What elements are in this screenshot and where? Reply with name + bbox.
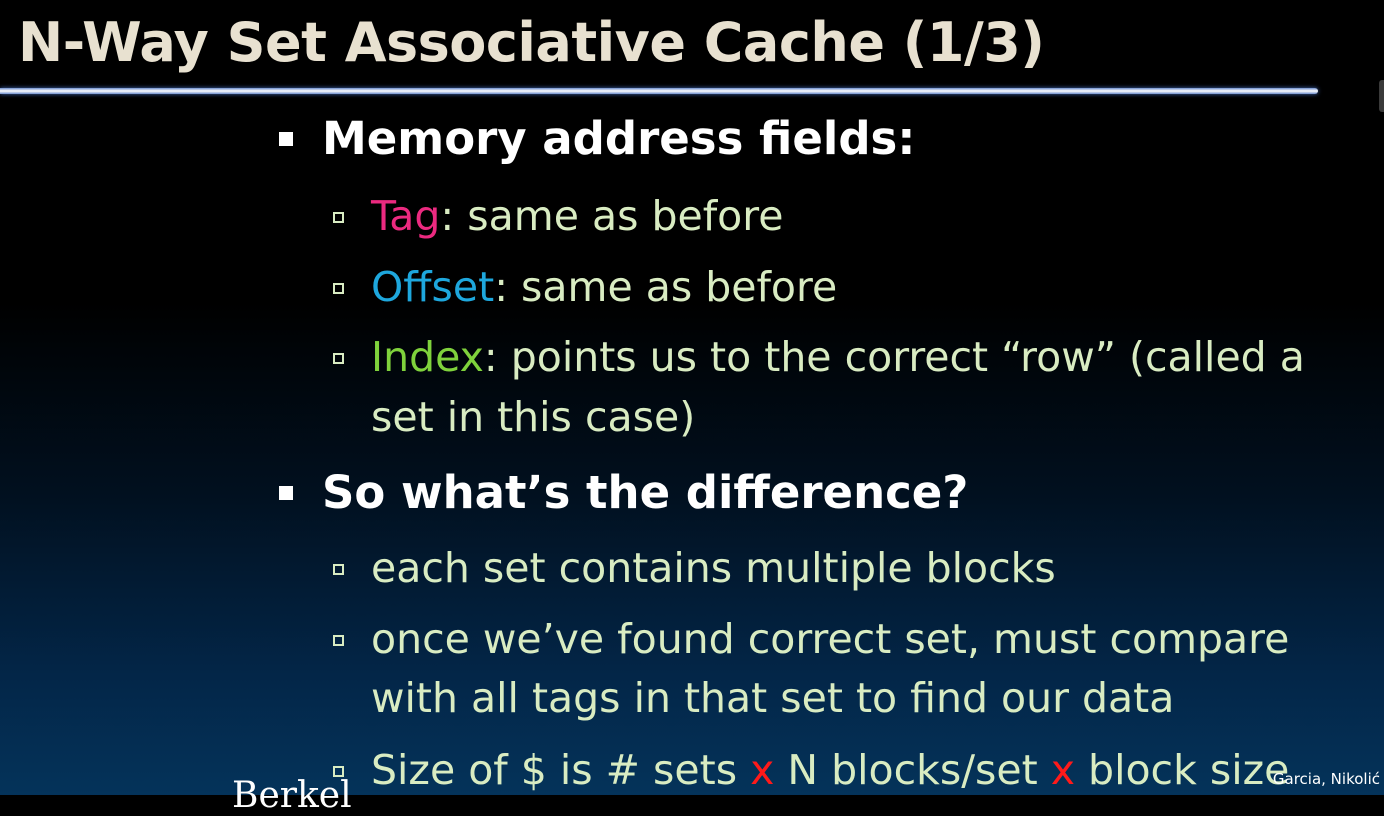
bullet-text: each set contains multiple blocks (371, 544, 1056, 592)
sub-bullet-index: Index: points us to the correct “row” (c… (333, 329, 1305, 385)
bullet-memory-address-fields: Memory address fields: (279, 111, 916, 167)
sub-bullet-multiple-blocks: each set contains multiple blocks (333, 540, 1056, 596)
edge-scroll-mark (1379, 80, 1384, 112)
index-description-line2: set in this case) (371, 393, 696, 441)
hollow-square-bullet-icon (333, 564, 344, 575)
bullet-text-line1: once we’ve found correct set, must compa… (371, 615, 1290, 663)
bullet-difference: So what’s the difference? (279, 465, 969, 521)
heading-text: Memory address fields: (322, 112, 916, 165)
hollow-square-bullet-icon (333, 212, 344, 223)
sub-bullet-offset: Offset: same as before (333, 259, 838, 315)
sub-bullet-tag: Tag: same as before (333, 188, 784, 244)
slide-title: N-Way Set Associative Cache (1/3) (18, 11, 1045, 74)
sub-bullet-compare-tags-continuation: with all tags in that set to find our da… (371, 670, 1174, 726)
title-underline (0, 88, 1318, 94)
offset-term: Offset (371, 263, 495, 311)
footer-authors: Garcia, Nikolić (1272, 770, 1380, 788)
tag-description: : same as before (440, 192, 784, 240)
size-text-part1: Size of $ is # sets (371, 746, 751, 794)
times-symbol: x (750, 746, 775, 794)
hollow-square-bullet-icon (333, 353, 344, 364)
sub-bullet-cache-size: Size of $ is # sets x N blocks/set x blo… (333, 742, 1290, 798)
tag-term: Tag (371, 192, 441, 240)
index-term: Index (371, 333, 484, 381)
heading-text: So what’s the difference? (322, 466, 969, 519)
square-bullet-icon (279, 132, 293, 146)
sub-bullet-index-continuation: set in this case) (371, 389, 695, 445)
sub-bullet-compare-tags: once we’ve found correct set, must compa… (333, 611, 1290, 667)
footer-institution-fragment: Berkel (232, 775, 352, 816)
bullet-text-line2: with all tags in that set to find our da… (371, 674, 1175, 722)
hollow-square-bullet-icon (333, 283, 344, 294)
size-text-part3: block size (1075, 746, 1290, 794)
times-symbol: x (1050, 746, 1076, 794)
size-text-part2: N blocks/set (774, 746, 1051, 794)
offset-description: : same as before (494, 263, 838, 311)
hollow-square-bullet-icon (333, 635, 344, 646)
square-bullet-icon (279, 486, 293, 500)
index-description-line1: : points us to the correct “row” (called… (483, 333, 1305, 381)
